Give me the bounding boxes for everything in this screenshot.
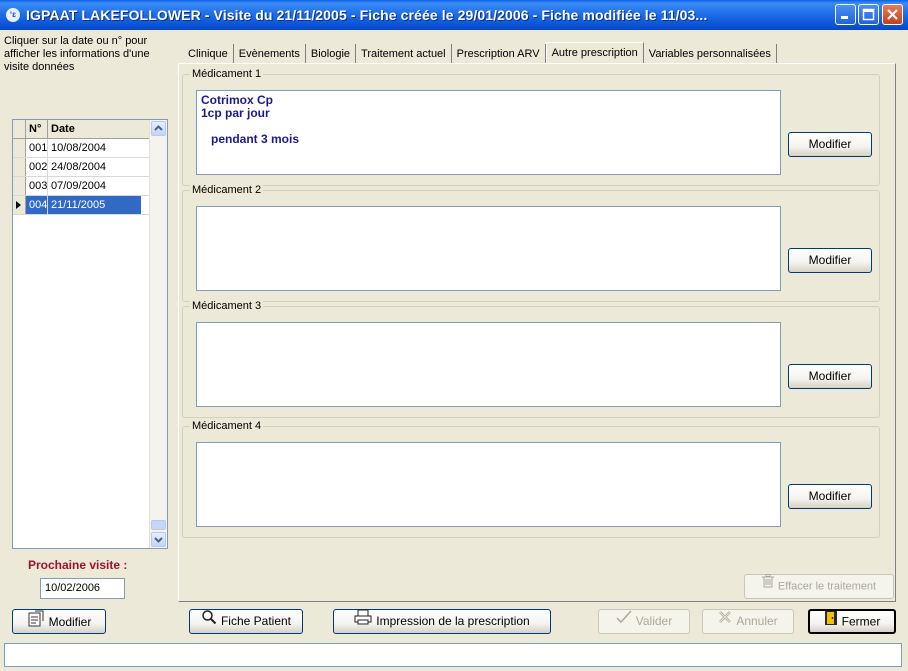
maximize-button[interactable]	[858, 4, 879, 25]
visit-date[interactable]: 10/08/2004	[48, 139, 141, 157]
modify-medication-2-button[interactable]: Modifier	[788, 248, 872, 273]
validate-label: Valider	[635, 614, 673, 628]
medication-1-legend: Médicament 1	[190, 68, 264, 81]
window-title: IGPAAT LAKEFOLLOWER - Visite du 21/11/20…	[26, 7, 708, 23]
visit-date[interactable]: 21/11/2005	[48, 196, 141, 214]
validate-button[interactable]: Valider	[598, 609, 690, 634]
medication-2-legend: Médicament 2	[190, 184, 264, 197]
medication-1-line: pendant 3 mois	[201, 132, 300, 146]
table-row[interactable]: 002 24/08/2004	[13, 158, 167, 177]
app-icon: ʻɛ	[6, 8, 20, 22]
printer-icon	[354, 609, 372, 633]
visits-table[interactable]: N° Date 001 10/08/2004 002 24/08/2004 00…	[12, 119, 168, 549]
table-row[interactable]: 001 10/08/2004	[13, 139, 167, 158]
tab-autre-prescription[interactable]: Autre prescription	[545, 42, 644, 64]
visit-number[interactable]: 001	[26, 139, 48, 157]
visit-number[interactable]: 002	[26, 158, 48, 176]
table-row-selected[interactable]: 004 21/11/2005	[13, 196, 167, 215]
title-bar[interactable]: ʻɛ IGPAAT LAKEFOLLOWER - Visite du 21/11…	[0, 0, 908, 30]
print-prescription-label: Impression de la prescription	[376, 614, 530, 629]
modify-medication-1-button[interactable]: Modifier	[788, 132, 872, 157]
patient-file-label: Fiche Patient	[220, 614, 292, 629]
scroll-down-button[interactable]	[151, 532, 166, 547]
table-row[interactable]: 003 07/09/2004	[13, 177, 167, 196]
tab-strip: Clinique Evènements Biologie Traitement …	[183, 42, 777, 64]
next-visit-label: Prochaine visite :	[28, 558, 128, 572]
chevron-up-icon	[154, 125, 163, 131]
clear-treatment-button[interactable]: Effacer le traitement	[744, 574, 894, 599]
next-visit-date-field[interactable]: 10/02/2006	[40, 578, 125, 599]
visit-date[interactable]: 07/09/2004	[48, 177, 141, 195]
patient-file-button[interactable]: Fiche Patient	[189, 609, 303, 634]
vertical-scrollbar[interactable]	[149, 120, 167, 548]
magnifier-icon	[201, 609, 217, 633]
modify-medication-4-button[interactable]: Modifier	[788, 484, 872, 509]
scroll-thumb[interactable]	[151, 520, 166, 530]
medication-3-text[interactable]	[196, 322, 781, 407]
clear-treatment-label: Effacer le traitement	[777, 580, 877, 593]
tab-biologie[interactable]: Biologie	[306, 44, 357, 64]
column-header-number[interactable]: N°	[26, 120, 48, 138]
status-bar	[4, 643, 902, 667]
visit-number[interactable]: 004	[26, 196, 48, 214]
medication-3-group: Médicament 3 Modifier	[182, 300, 880, 418]
trash-icon	[761, 574, 774, 597]
close-window-button[interactable]: Fermer	[808, 609, 896, 634]
medication-1-line: 1cp par jour	[201, 106, 270, 120]
exit-door-icon	[824, 610, 838, 633]
medication-1-group: Médicament 1 Cotrimox Cp 1cp par jour pe…	[182, 68, 880, 186]
tab-traitement-actuel[interactable]: Traitement actuel	[356, 44, 452, 64]
print-prescription-button[interactable]: Impression de la prescription	[333, 609, 551, 634]
minimize-button[interactable]	[835, 4, 856, 25]
maximize-icon	[862, 8, 875, 21]
tab-variables-personnalisees[interactable]: Variables personnalisées	[644, 44, 777, 64]
modify-medication-3-button[interactable]: Modifier	[788, 364, 872, 389]
close-icon	[887, 9, 898, 20]
cancel-button[interactable]: Annuler	[702, 609, 794, 634]
medication-4-text[interactable]	[196, 442, 781, 527]
close-button[interactable]	[882, 4, 903, 25]
medication-4-group: Médicament 4 Modifier	[182, 420, 880, 538]
medication-1-line: Cotrimox Cp	[201, 93, 273, 107]
tab-prescription-arv[interactable]: Prescription ARV	[452, 44, 546, 64]
visit-hint-text: Cliquer sur la date ou n° pour afficher …	[4, 35, 150, 73]
close-window-label: Fermer	[841, 614, 881, 629]
tab-clinique[interactable]: Clinique	[183, 44, 234, 64]
column-header-date[interactable]: Date	[48, 120, 141, 138]
medication-3-legend: Médicament 3	[190, 300, 264, 313]
medication-2-text[interactable]	[196, 206, 781, 291]
minimize-icon	[841, 16, 848, 19]
cancel-x-icon	[718, 609, 732, 632]
medication-2-group: Médicament 2 Modifier	[182, 184, 880, 302]
modify-visit-label: Modifier	[48, 615, 92, 630]
visit-date[interactable]: 24/08/2004	[48, 158, 141, 176]
visits-table-header: N° Date	[13, 120, 167, 139]
row-pointer-icon	[16, 201, 21, 209]
cancel-label: Annuler	[736, 614, 778, 628]
chevron-down-icon	[154, 537, 163, 543]
tab-evenements[interactable]: Evènements	[234, 44, 306, 64]
modify-visit-button[interactable]: Modifier	[12, 609, 106, 634]
checkmark-icon	[616, 609, 632, 632]
edit-sheet-icon	[27, 609, 45, 635]
scroll-up-button[interactable]	[151, 121, 166, 136]
medication-4-legend: Médicament 4	[190, 420, 264, 433]
visit-number[interactable]: 003	[26, 177, 48, 195]
medication-1-text[interactable]: Cotrimox Cp 1cp par jour pendant 3 mois	[196, 90, 781, 175]
